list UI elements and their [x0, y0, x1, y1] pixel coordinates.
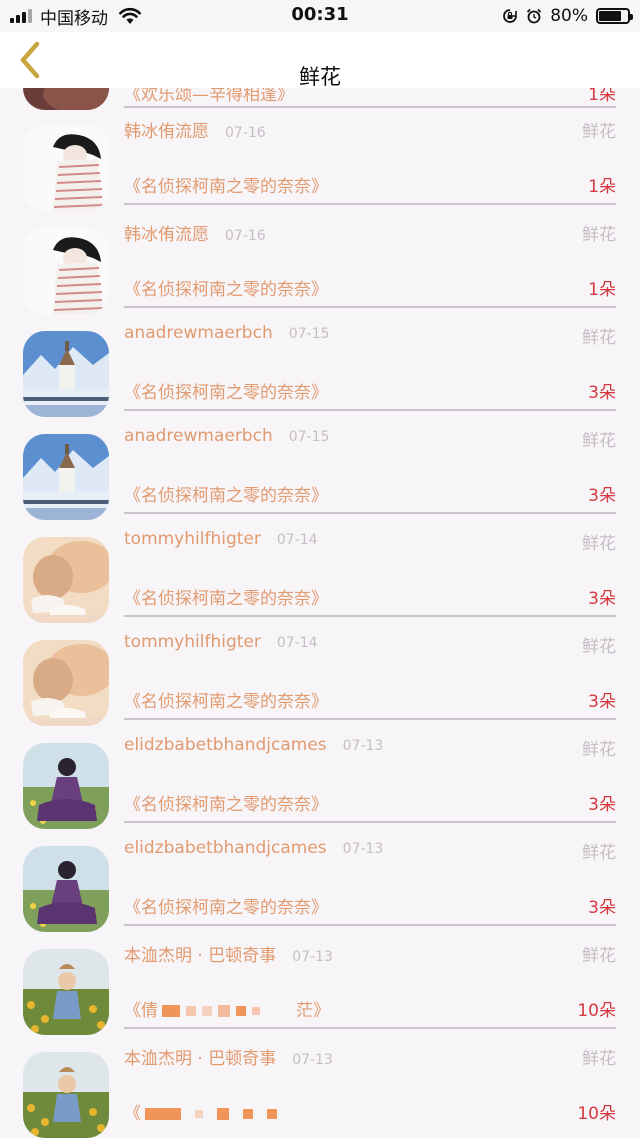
gift-record-row[interactable]: anadrewmaerbch 07-15 鲜花 《名侦探柯南之零的奈奈》 3朵 [0, 412, 640, 520]
flower-quantity: 1朵 [588, 280, 616, 300]
sender-avatar[interactable] [23, 1052, 109, 1138]
book-title[interactable]: 《名侦探柯南之零的奈奈》 [124, 275, 328, 300]
sender-avatar[interactable] [23, 537, 109, 623]
sender-avatar[interactable] [23, 228, 109, 314]
gift-record-row[interactable]: elidzbabetbhandjcames 07-13 鲜花 《名侦探柯南之零的… [0, 824, 640, 932]
row-divider [124, 615, 616, 617]
gift-type: 鲜花 [582, 946, 616, 966]
sender-name[interactable]: 本洫杰明 · 巴顿奇事 [124, 1044, 276, 1069]
gift-type: 鲜花 [582, 225, 616, 245]
sender-name[interactable]: tommyhilfhigter [124, 529, 261, 549]
sender-name[interactable]: 韩冰侑流愿 [124, 117, 209, 142]
book-title[interactable]: 《名侦探柯南之零的奈奈》 [124, 378, 328, 403]
flower-quantity: 3朵 [588, 898, 616, 918]
sender-name[interactable]: tommyhilfhigter [124, 632, 261, 652]
book-title[interactable]: 《名侦探柯南之零的奈奈》 [124, 790, 328, 815]
book-title[interactable]: 《名侦探柯南之零的奈奈》 [124, 172, 328, 197]
book-title[interactable]: 《倩 茫》 [124, 996, 330, 1021]
gift-date: 07-13 [292, 1052, 333, 1068]
flower-quantity: 3朵 [588, 795, 616, 815]
rotation-lock-icon [503, 9, 518, 23]
book-title-suffix: 茫》 [296, 1001, 330, 1021]
sender-avatar[interactable] [23, 434, 109, 520]
battery-icon [596, 8, 633, 24]
sender-avatar[interactable] [23, 949, 109, 1035]
gift-date: 07-14 [276, 635, 318, 651]
redacted-pixels [162, 1005, 292, 1017]
gift-type: 鲜花 [582, 431, 616, 451]
sender-avatar[interactable] [23, 640, 109, 726]
row-divider [124, 203, 616, 205]
sender-avatar[interactable] [23, 846, 109, 932]
gift-record-row[interactable]: anadrewmaerbch 07-15 鲜花 《名侦探柯南之零的奈奈》 3朵 [0, 309, 640, 417]
gift-type: 鲜花 [582, 1049, 616, 1069]
gift-type: 鲜花 [582, 328, 616, 348]
gift-record-row[interactable]: 本洫杰明 · 巴顿奇事 07-13 鲜花 《倩 茫》 10朵 [0, 927, 640, 1035]
page-title: 鲜花 [299, 65, 341, 89]
navigation-bar: 鲜花 [0, 32, 640, 89]
row-divider [124, 1027, 616, 1029]
gift-type: 鲜花 [582, 534, 616, 554]
redacted-pixels [145, 1108, 325, 1120]
row-divider [124, 409, 616, 411]
row-divider [124, 821, 616, 823]
gift-date: 07-16 [225, 125, 266, 141]
book-title[interactable]: 《名侦探柯南之零的奈奈》 [124, 481, 328, 506]
gift-record-row[interactable]: tommyhilfhigter 07-14 鲜花 《名侦探柯南之零的奈奈》 3朵 [0, 515, 640, 623]
book-title[interactable]: 《 [124, 1099, 325, 1124]
sender-avatar[interactable] [23, 125, 109, 211]
sender-name[interactable]: anadrewmaerbch [124, 323, 273, 343]
book-title[interactable]: 《名侦探柯南之零的奈奈》 [124, 893, 328, 918]
flower-quantity: 3朵 [588, 692, 616, 712]
gift-date: 07-16 [225, 228, 266, 244]
gift-type: 鲜花 [582, 122, 616, 142]
gift-type: 鲜花 [582, 843, 616, 863]
row-divider [124, 924, 616, 926]
sender-avatar[interactable] [23, 743, 109, 829]
book-title[interactable]: 《名侦探柯南之零的奈奈》 [124, 687, 328, 712]
sender-name[interactable]: 韩冰侑流愿 [124, 220, 209, 245]
flower-quantity: 1朵 [588, 177, 616, 197]
gift-date: 07-14 [276, 532, 318, 548]
gift-record-row[interactable]: tommyhilfhigter 07-14 鲜花 《名侦探柯南之零的奈奈》 3朵 [0, 618, 640, 726]
battery-percentage: 80% [550, 6, 588, 26]
flower-quantity: 10朵 [577, 1104, 616, 1124]
gift-date: 07-13 [342, 738, 384, 754]
gift-date: 07-15 [288, 326, 330, 342]
flower-quantity: 3朵 [588, 589, 616, 609]
flower-quantity: 3朵 [588, 383, 616, 403]
gift-record-row[interactable]: 韩冰侑流愿 07-16 鲜花 《名侦探柯南之零的奈奈》 1朵 [0, 103, 640, 211]
gift-record-list[interactable]: 《欢乐颂—辛得相逢》 1朵 韩冰侑流愿 07-16 鲜花 《名侦探柯南之零的奈奈… [0, 0, 640, 1138]
status-bar: 中国移动 00:31 80% [0, 0, 640, 32]
gift-record-row[interactable]: 本洫杰明 · 巴顿奇事 07-13 鲜花 《 10朵 [0, 1030, 640, 1138]
alarm-clock-icon [527, 8, 542, 24]
sender-name[interactable]: elidzbabetbhandjcames [124, 838, 327, 858]
gift-date: 07-13 [292, 949, 333, 965]
gift-type: 鲜花 [582, 637, 616, 657]
flower-quantity: 10朵 [577, 1001, 616, 1021]
sender-name[interactable]: 本洫杰明 · 巴顿奇事 [124, 941, 276, 966]
row-divider [124, 512, 616, 514]
gift-type: 鲜花 [582, 740, 616, 760]
row-divider [124, 306, 616, 308]
sender-name[interactable]: anadrewmaerbch [124, 426, 273, 446]
gift-record-row[interactable]: elidzbabetbhandjcames 07-13 鲜花 《名侦探柯南之零的… [0, 721, 640, 829]
book-title[interactable]: 《名侦探柯南之零的奈奈》 [124, 584, 328, 609]
book-title-prefix: 《倩 [124, 1001, 158, 1021]
book-title-prefix: 《 [124, 1104, 141, 1124]
gift-date: 07-15 [288, 429, 330, 445]
gift-date: 07-13 [342, 841, 384, 857]
row-divider [124, 718, 616, 720]
sender-name[interactable]: elidzbabetbhandjcames [124, 735, 327, 755]
gift-record-row[interactable]: 韩冰侑流愿 07-16 鲜花 《名侦探柯南之零的奈奈》 1朵 [0, 206, 640, 314]
flower-quantity: 3朵 [588, 486, 616, 506]
sender-avatar[interactable] [23, 331, 109, 417]
